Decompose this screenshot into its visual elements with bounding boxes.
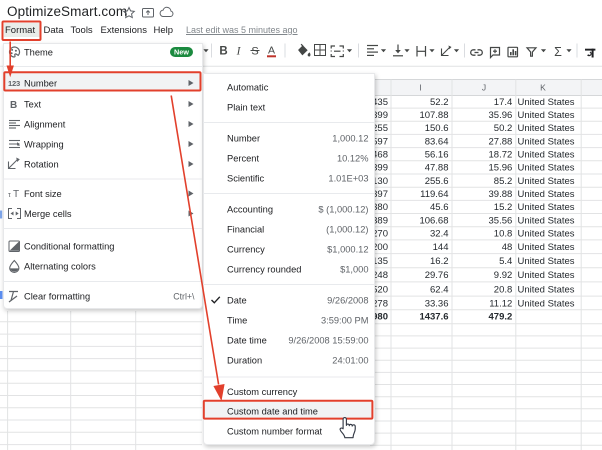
svg-text:Font size: Font size <box>24 189 62 199</box>
svg-text:Custom date and time: Custom date and time <box>227 406 318 416</box>
svg-text:9/26/2008 15:59:00: 9/26/2008 15:59:00 <box>288 335 368 345</box>
svg-text:Plain text: Plain text <box>227 102 266 112</box>
svg-text:24:01:00: 24:01:00 <box>332 355 368 365</box>
svg-text:Accounting: Accounting <box>227 204 273 214</box>
svg-text:Automatic: Automatic <box>227 82 269 92</box>
svg-text:Scientific: Scientific <box>227 173 265 183</box>
svg-text:τ: τ <box>8 192 11 199</box>
svg-text:Merge cells: Merge cells <box>24 209 72 219</box>
svg-text:Theme: Theme <box>24 47 53 57</box>
svg-text:1,000.12: 1,000.12 <box>332 133 368 143</box>
svg-text:Alignment: Alignment <box>24 119 66 129</box>
svg-text:Rotation: Rotation <box>24 159 59 169</box>
svg-text:Date time: Date time <box>227 335 267 345</box>
svg-text:Date: Date <box>227 295 247 305</box>
svg-text:$1,000: $1,000 <box>340 264 368 274</box>
svg-text:Wrapping: Wrapping <box>24 139 64 149</box>
svg-text:Clear formatting: Clear formatting <box>24 291 90 301</box>
svg-text:Alternating colors: Alternating colors <box>24 261 96 271</box>
svg-text:Currency rounded: Currency rounded <box>227 264 301 274</box>
svg-text:9/26/2008: 9/26/2008 <box>327 295 368 305</box>
svg-text:New: New <box>174 48 189 57</box>
svg-text:(1,000.12): (1,000.12) <box>326 224 368 234</box>
svg-text:Time: Time <box>227 315 247 325</box>
svg-text:Currency: Currency <box>227 244 265 254</box>
svg-text:Number: Number <box>227 133 260 143</box>
svg-text:T: T <box>13 189 19 200</box>
svg-text:Conditional formatting: Conditional formatting <box>24 241 114 251</box>
svg-text:Duration: Duration <box>227 355 262 365</box>
svg-text:Financial: Financial <box>227 224 264 234</box>
svg-text:123: 123 <box>8 79 20 88</box>
svg-text:3:59:00 PM: 3:59:00 PM <box>321 315 369 325</box>
svg-text:Number: Number <box>24 78 57 88</box>
svg-text:1.01E+03: 1.01E+03 <box>328 173 368 183</box>
svg-text:Custom number format: Custom number format <box>227 426 322 436</box>
svg-text:Percent: Percent <box>227 153 259 163</box>
svg-text:Ctrl+\: Ctrl+\ <box>173 291 195 301</box>
svg-text:Text: Text <box>24 99 41 109</box>
svg-text:Custom currency: Custom currency <box>227 387 298 397</box>
svg-text:10.12%: 10.12% <box>337 153 369 163</box>
svg-text:$1,000.12: $1,000.12 <box>327 244 368 254</box>
svg-text:B: B <box>10 100 17 111</box>
svg-text:$ (1,000.12): $ (1,000.12) <box>318 204 368 214</box>
